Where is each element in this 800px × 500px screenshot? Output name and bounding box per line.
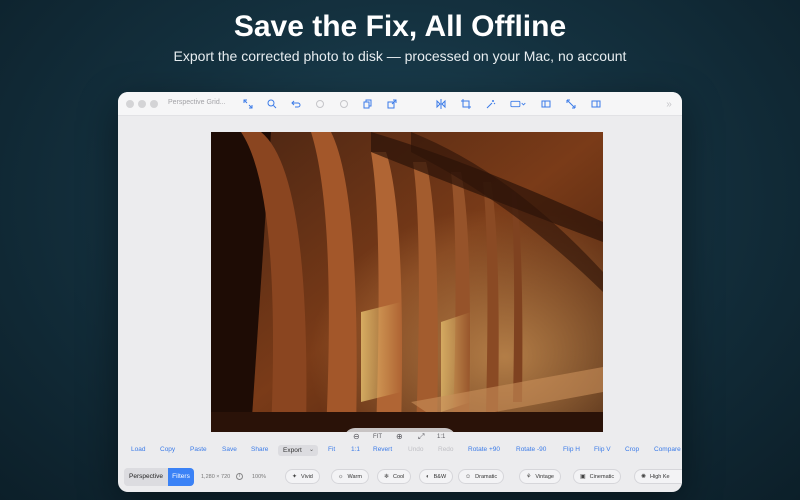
- sidebar-icon[interactable]: [539, 97, 553, 111]
- crop-button[interactable]: Crop: [625, 446, 639, 453]
- export-label: Export: [283, 447, 302, 454]
- photo-preview: [211, 132, 603, 432]
- disabled-icon: [337, 97, 351, 111]
- aspect-select-icon[interactable]: [509, 97, 529, 111]
- panel-segmented-control: Perspective Filters: [124, 468, 194, 486]
- filter-cinematic-button[interactable]: ▣ Cinematic: [573, 469, 622, 484]
- one-to-one-button[interactable]: 1:1: [351, 446, 360, 453]
- export-icon[interactable]: [385, 97, 399, 111]
- copy-icon[interactable]: [361, 97, 375, 111]
- fit-button[interactable]: Fit: [328, 446, 335, 453]
- filter-label: Vivid: [301, 473, 313, 480]
- paste-button[interactable]: Paste: [190, 446, 207, 453]
- save-button[interactable]: Save: [222, 446, 237, 453]
- copy-button[interactable]: Copy: [160, 446, 175, 453]
- filter-label: B&W: [433, 473, 447, 480]
- load-button[interactable]: Load: [131, 446, 145, 453]
- title-bar: Perspective Grid... »: [118, 92, 682, 116]
- revert-button[interactable]: Revert: [373, 446, 392, 453]
- undo-button[interactable]: Undo: [408, 446, 424, 453]
- expand-icon[interactable]: [564, 97, 578, 111]
- fit-screen-icon[interactable]: [241, 97, 255, 111]
- export-dropdown[interactable]: Export ⌄: [278, 445, 318, 456]
- chevron-double-right-icon[interactable]: »: [662, 97, 676, 111]
- app-window: Perspective Grid... » ⊖ FIT ⊕ ⤢ 1:1 Load…: [118, 92, 682, 492]
- flip-h-button[interactable]: Flip H: [563, 446, 580, 453]
- filter-warm-button[interactable]: ☼ Warm: [331, 469, 369, 484]
- image-canvas: ⊖ FIT ⊕ ⤢ 1:1: [118, 116, 682, 450]
- filter-dramatic-button[interactable]: ☺ Dramatic: [458, 469, 505, 484]
- rotate-minus-button[interactable]: Rotate -90: [516, 446, 546, 453]
- chevron-down-icon: ⌄: [308, 447, 314, 453]
- filter-label: Cinematic: [589, 473, 615, 480]
- filter-label: Cool: [393, 473, 405, 480]
- zoom-in-icon[interactable]: [265, 97, 279, 111]
- window-title: Perspective Grid...: [168, 99, 226, 106]
- redo-button[interactable]: Redo: [438, 446, 454, 453]
- share-button[interactable]: Share: [251, 446, 268, 453]
- tab-filters[interactable]: Filters: [168, 468, 194, 486]
- image-dimensions: 1,280 × 720: [201, 474, 231, 480]
- snowflake-icon: ❄: [384, 474, 390, 480]
- action-bar: Load Copy Paste Save Share Fit 1:1 Rever…: [118, 440, 682, 460]
- filter-bw-button[interactable]: ◐ B&W: [419, 469, 454, 484]
- filter-label: Dramatic: [475, 473, 498, 480]
- hero-subtitle: Export the corrected photo to disk — pro…: [173, 48, 627, 64]
- filter-label: High Ke: [650, 473, 670, 480]
- filter-vintage-button[interactable]: ⚘ Vintage: [519, 469, 561, 484]
- masks-icon: ☺: [465, 473, 472, 480]
- filter-label: Warm: [347, 473, 362, 480]
- filter-vivid-button[interactable]: ✦ Vivid: [285, 469, 320, 484]
- sparkle-icon: ✦: [292, 474, 298, 480]
- vintage-icon: ⚘: [526, 474, 532, 480]
- filter-label: Vintage: [535, 473, 554, 480]
- close-window-button[interactable]: [126, 100, 134, 108]
- flip-v-button[interactable]: Flip V: [594, 446, 611, 453]
- panel-icon[interactable]: [589, 97, 603, 111]
- minimize-window-button[interactable]: [138, 100, 146, 108]
- undo-icon[interactable]: [289, 97, 303, 111]
- hero-title: Save the Fix, All Offline: [233, 10, 567, 43]
- contrast-icon: ◐: [426, 473, 430, 480]
- rotate-plus-button[interactable]: Rotate +90: [468, 446, 500, 453]
- zoom-window-button[interactable]: [150, 100, 158, 108]
- disabled-icon: [313, 97, 327, 111]
- filter-high-key-button[interactable]: ✺ High Ke: [634, 469, 682, 484]
- crop-icon[interactable]: [459, 97, 473, 111]
- sun-icon: ☼: [338, 473, 344, 480]
- flip-icon[interactable]: [434, 97, 448, 111]
- info-icon[interactable]: i: [236, 473, 243, 480]
- filter-cool-button[interactable]: ❄ Cool: [377, 469, 412, 484]
- zoom-percent: 100%: [252, 474, 267, 480]
- sun-bright-icon: ✺: [641, 474, 647, 480]
- tab-perspective[interactable]: Perspective: [124, 468, 168, 486]
- magic-wand-icon[interactable]: [484, 97, 498, 111]
- film-icon: ▣: [580, 474, 586, 480]
- compare-button[interactable]: Compare: [654, 446, 681, 453]
